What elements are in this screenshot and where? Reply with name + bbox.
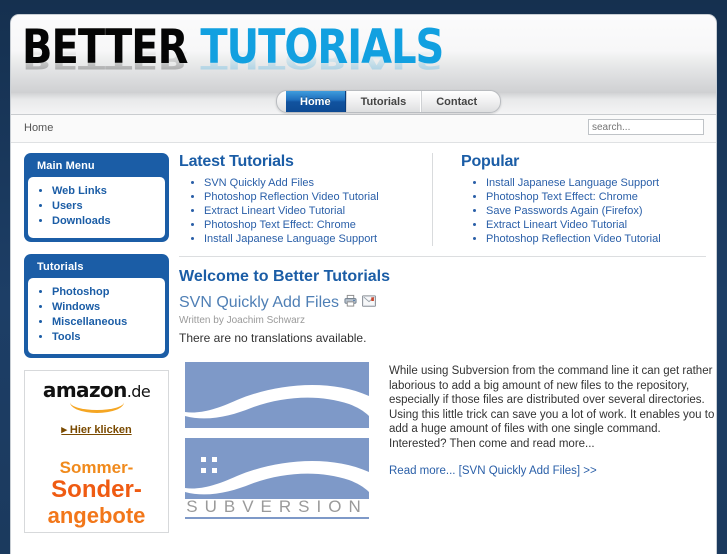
list-item[interactable]: Install Japanese Language Support xyxy=(486,176,716,190)
sidebar-item-photoshop-label: Photoshop xyxy=(52,286,110,298)
translation-note: There are no translations available. xyxy=(179,331,367,345)
article-paragraph: While using Subversion from the command … xyxy=(389,365,715,450)
list-item[interactable]: Photoshop Reflection Video Tutorial xyxy=(486,232,716,246)
top-blocks: Latest Tutorials SVN Quickly Add Files P… xyxy=(179,153,716,246)
sidebar: Main Menu Web Links Users Downloads Tuto… xyxy=(24,153,169,533)
logo-space xyxy=(187,20,200,74)
content-divider xyxy=(179,256,706,257)
nav-item-home[interactable]: Home xyxy=(286,91,346,112)
list-item[interactable]: SVN Quickly Add Files xyxy=(204,176,426,190)
article-title-link[interactable]: SVN Quickly Add Files xyxy=(179,294,339,312)
svg-text:SUBVERSION: SUBVERSION xyxy=(186,497,367,516)
sidebar-item-users[interactable]: Users xyxy=(52,199,163,214)
sidebar-item-photoshop[interactable]: Photoshop xyxy=(52,285,163,300)
sidebar-module-tutorials-body: Photoshop Windows Miscellaneous Tools xyxy=(28,278,165,354)
logo-word-tutorials: TUTORIALS xyxy=(200,20,444,75)
amazon-ad-line1: Sommer- xyxy=(59,458,134,477)
site-header: BETTER TUTORIALS BETTER TUTORIALS xyxy=(11,15,716,93)
page-background: BETTER TUTORIALS BETTER TUTORIALS Home T… xyxy=(0,0,727,554)
article-text: While using Subversion from the command … xyxy=(375,354,716,479)
subversion-logo-image: SUBVERSION xyxy=(179,354,375,520)
list-item[interactable]: Extract Lineart Video Tutorial xyxy=(486,218,716,232)
sidebar-module-main-menu-body: Web Links Users Downloads xyxy=(28,177,165,238)
sidebar-module-tutorials-title: Tutorials xyxy=(37,261,84,273)
latest-item-4-label: Install Japanese Language Support xyxy=(204,233,378,245)
sidebar-item-windows-label: Windows xyxy=(52,301,101,313)
latest-item-3-label: Photoshop Text Effect: Chrome xyxy=(204,219,356,231)
amazon-ad-banner[interactable]: amazon.de ▸ Hier klicken Sommer- Sonder-… xyxy=(24,370,169,533)
logo-word-better: BETTER xyxy=(22,20,188,75)
sidebar-item-web-links-label: Web Links xyxy=(52,185,107,197)
article-byline: Written by Joachim Schwarz xyxy=(179,315,305,326)
sidebar-item-windows[interactable]: Windows xyxy=(52,300,163,315)
nav-item-tutorials-label: Tutorials xyxy=(360,95,407,108)
nav-item-tutorials[interactable]: Tutorials xyxy=(345,91,422,112)
popular-heading: Popular xyxy=(461,153,520,170)
sidebar-item-users-label: Users xyxy=(52,200,83,212)
list-item[interactable]: Save Passwords Again (Firefox) xyxy=(486,204,716,218)
latest-tutorials-list: SVN Quickly Add Files Photoshop Reflecti… xyxy=(179,176,426,246)
amazon-smile-icon xyxy=(69,401,124,413)
popular-item-4-label: Photoshop Reflection Video Tutorial xyxy=(486,233,661,245)
sidebar-module-tutorials: Tutorials Photoshop Windows Miscellaneou… xyxy=(24,254,169,358)
latest-item-2-label: Extract Lineart Video Tutorial xyxy=(204,205,346,217)
amazon-ad-line2: Sonder- xyxy=(51,476,142,503)
email-icon[interactable] xyxy=(362,294,377,312)
print-icon[interactable] xyxy=(344,294,357,312)
latest-item-1-label: Photoshop Reflection Video Tutorial xyxy=(204,191,379,203)
popular-item-2-label: Save Passwords Again (Firefox) xyxy=(486,205,643,217)
list-item[interactable]: Extract Lineart Video Tutorial xyxy=(204,204,426,218)
latest-tutorials-heading: Latest Tutorials xyxy=(179,153,294,170)
sidebar-item-web-links[interactable]: Web Links xyxy=(52,184,163,199)
popular-list: Install Japanese Language Support Photos… xyxy=(461,176,716,246)
sidebar-item-miscellaneous[interactable]: Miscellaneous xyxy=(52,315,163,330)
site-shell: BETTER TUTORIALS BETTER TUTORIALS Home T… xyxy=(10,14,717,554)
sidebar-item-downloads[interactable]: Downloads xyxy=(52,214,163,229)
search-input[interactable] xyxy=(588,119,704,135)
sidebar-module-main-menu-title: Main Menu xyxy=(37,160,95,172)
main-navigation: Home Tutorials Contact xyxy=(276,90,502,113)
latest-item-0-label: SVN Quickly Add Files xyxy=(204,177,315,189)
sidebar-item-miscellaneous-label: Miscellaneous xyxy=(52,316,128,328)
list-item[interactable]: Photoshop Text Effect: Chrome xyxy=(486,190,716,204)
amazon-ad-logo: amazon.de xyxy=(31,380,162,402)
breadcrumb: Home xyxy=(24,122,54,134)
popular-block: Popular Install Japanese Language Suppor… xyxy=(432,153,716,246)
amazon-ad-cta[interactable]: ▸ Hier klicken xyxy=(31,423,162,436)
content-column: Latest Tutorials SVN Quickly Add Files P… xyxy=(179,153,716,520)
nav-item-contact-label: Contact xyxy=(436,95,478,108)
article-title: SVN Quickly Add Files xyxy=(179,294,716,312)
amazon-ad-line3: angebote xyxy=(47,503,146,528)
page-title: Welcome to Better Tutorials xyxy=(179,268,390,285)
main-navigation-bar: Home Tutorials Contact xyxy=(11,90,716,115)
breadcrumb-row: Home xyxy=(11,115,716,143)
amazon-ad-brand: amazon xyxy=(42,378,127,402)
article-body: SUBVERSION While using Subversion from t… xyxy=(179,354,716,520)
read-more-link[interactable]: Read more... [SVN Quickly Add Files] >> xyxy=(389,464,716,479)
sidebar-item-tools-label: Tools xyxy=(52,331,81,343)
nav-item-contact[interactable]: Contact xyxy=(421,91,491,112)
site-logo[interactable]: BETTER TUTORIALS xyxy=(22,24,444,71)
latest-tutorials-block: Latest Tutorials SVN Quickly Add Files P… xyxy=(179,153,432,246)
sidebar-item-tools[interactable]: Tools xyxy=(52,330,163,345)
amazon-ad-tld: .de xyxy=(126,382,151,401)
sidebar-module-main-menu: Main Menu Web Links Users Downloads xyxy=(24,153,169,242)
list-item[interactable]: Photoshop Text Effect: Chrome xyxy=(204,218,426,232)
popular-item-3-label: Extract Lineart Video Tutorial xyxy=(486,219,628,231)
popular-item-1-label: Photoshop Text Effect: Chrome xyxy=(486,191,638,203)
sidebar-item-downloads-label: Downloads xyxy=(52,215,111,227)
nav-item-home-label: Home xyxy=(300,95,331,108)
list-item[interactable]: Install Japanese Language Support xyxy=(204,232,426,246)
list-item[interactable]: Photoshop Reflection Video Tutorial xyxy=(204,190,426,204)
popular-item-0-label: Install Japanese Language Support xyxy=(486,177,660,189)
